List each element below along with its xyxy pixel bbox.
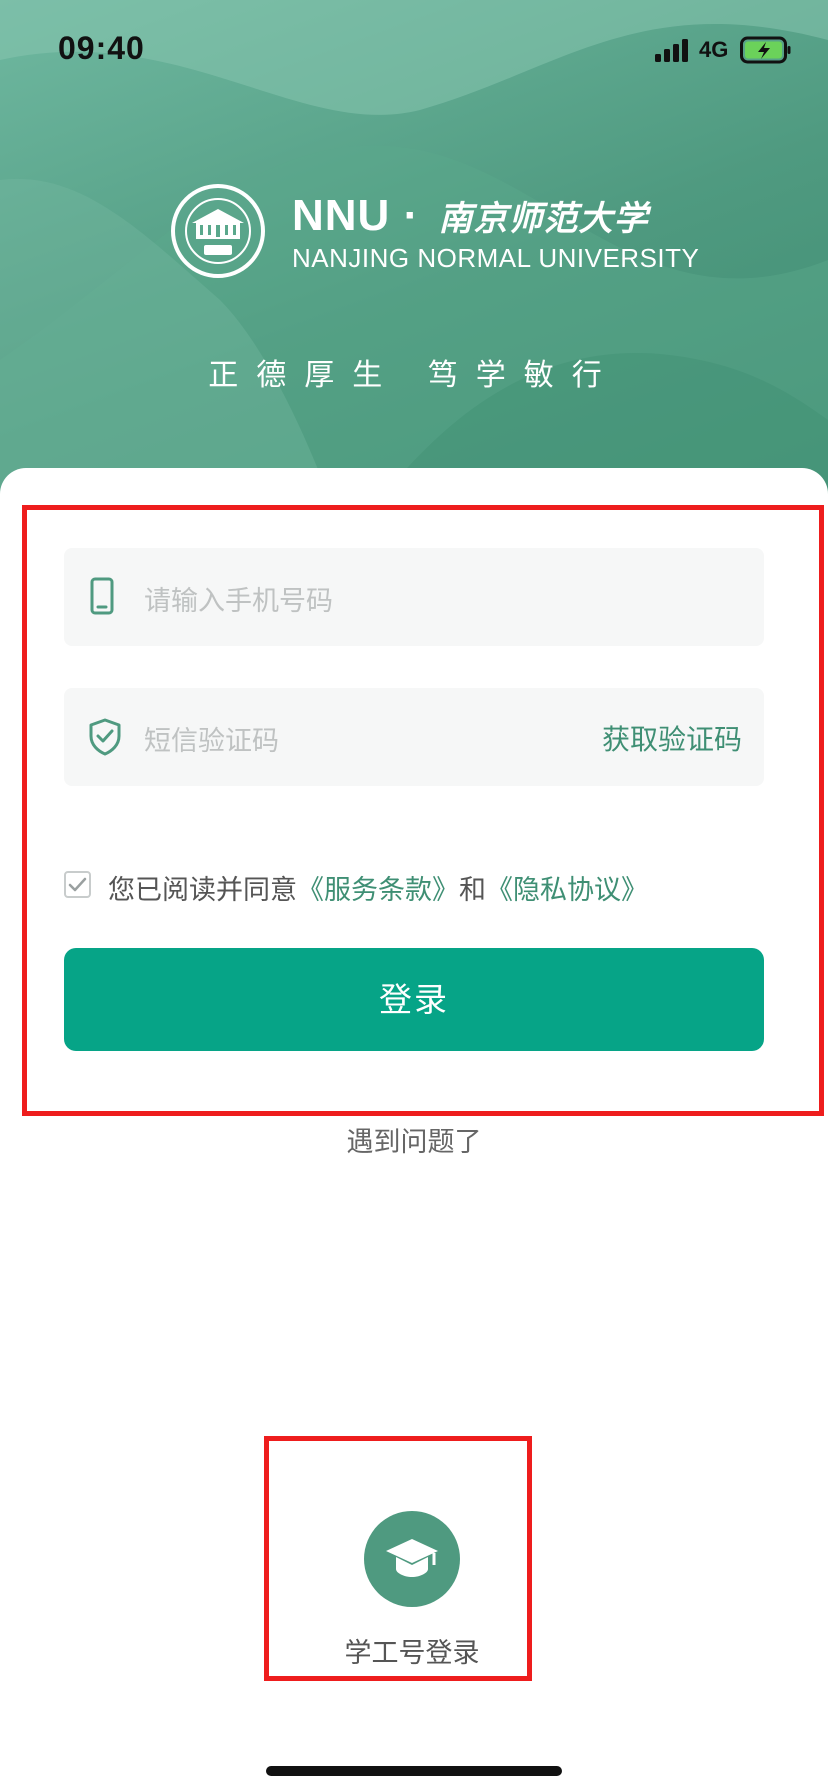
brand-text: NNU · 南京师范大学 NANJING NORMAL UNIVERSITY <box>292 191 699 274</box>
home-indicator <box>266 1766 562 1776</box>
help-link[interactable]: 遇到问题了 <box>0 1120 828 1159</box>
status-time: 09:40 <box>58 30 145 66</box>
header-banner: 09:40 4G NNU · 南京师范大学 NANJING NORMAL UNI… <box>0 0 828 500</box>
university-logo: NNU · 南京师范大学 NANJING NORMAL UNIVERSITY <box>170 183 699 283</box>
highlight-box-form <box>22 505 824 1116</box>
status-bar: 09:40 4G <box>0 0 828 100</box>
highlight-box-staff-login <box>264 1436 532 1681</box>
university-motto: 正德厚生 笃学敏行 <box>208 358 620 393</box>
network-type: 4G <box>699 37 729 62</box>
brand-english-name: NANJING NORMAL UNIVERSITY <box>292 243 700 273</box>
brand-separator: · <box>403 191 420 240</box>
university-seal-icon <box>171 184 265 278</box>
battery-icon <box>740 36 791 64</box>
signal-icon <box>655 39 688 62</box>
brand-abbr: NNU <box>292 191 391 240</box>
brand-chinese-name: 南京师范大学 <box>438 199 649 239</box>
